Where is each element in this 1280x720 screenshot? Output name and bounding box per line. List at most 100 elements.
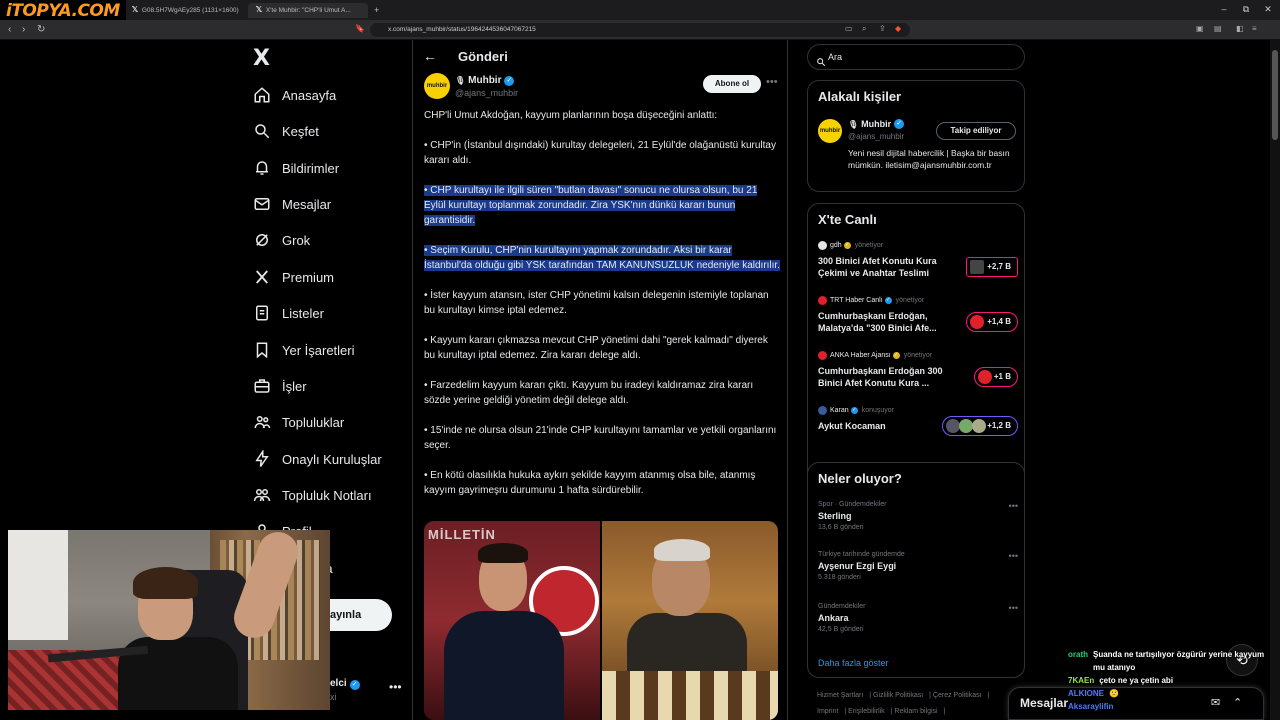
host-avatar (818, 351, 827, 360)
live-title: Cumhurbaşkanı Erdoğan 300 Binici Afet Ko… (818, 366, 943, 388)
footer-link[interactable]: Gizlilik Politikası (873, 692, 923, 699)
related-handle: @ajans_muhbir (848, 132, 905, 141)
sidebar-toggle-icon[interactable]: ◧ (1236, 24, 1244, 33)
microphone-icon: 🎙 (848, 119, 859, 129)
bell-icon (252, 158, 272, 178)
trends-title: Neler oluyor? (818, 471, 902, 486)
image-banner-text: MİLLETİN (428, 527, 496, 542)
browser-tab-active[interactable]: 𝕏 X'te Muhbir: "CHP'li Umut A... (248, 3, 368, 18)
reload-icon[interactable]: ↻ (37, 24, 45, 35)
nav-jobs[interactable]: İşler (252, 371, 307, 401)
account-name[interactable]: elci ✓ (330, 678, 360, 690)
related-name[interactable]: 🎙 Muhbir ✓ (848, 119, 905, 129)
extensions-icon[interactable]: ▣ (1196, 24, 1204, 33)
live-listener-badge[interactable]: +1,4 B (966, 312, 1018, 332)
browser-tab-bar: iTOPYA.COM 𝕏 G08.5H7WgAEy285 (1131×1600)… (0, 0, 1280, 22)
chat-message: ALKIONE 🙁 (1068, 689, 1119, 698)
page-scrollbar-thumb[interactable] (1272, 50, 1278, 140)
nav-messages[interactable]: Mesajlar (252, 189, 331, 219)
live-title: 300 Binici Afet Konutu Kura Çekimi ve An… (818, 256, 937, 278)
nav-explore[interactable]: Keşfet (252, 116, 319, 146)
post-paragraph: • CHP'in (İstanbul dışındaki) kurultay d… (424, 140, 776, 166)
author-name[interactable]: 🎙 Muhbir ✓ (455, 75, 515, 86)
chat-message: Aksaraylifin (1068, 702, 1114, 711)
new-tab-button[interactable]: + (374, 3, 384, 18)
show-more-link[interactable]: Daha fazla göster (818, 658, 889, 668)
post-column: ← Gönderi muhbir 🎙 Muhbir ✓ @ajans_muhbi… (412, 40, 788, 720)
live-item[interactable]: ANKA Haber Ajansı ✓ yönetiyor Cumhurbaşk… (818, 351, 1018, 389)
post-more-icon[interactable]: ••• (766, 76, 778, 88)
host-avatar (818, 241, 827, 250)
menu-icon[interactable]: ≡ (1252, 24, 1257, 33)
cast-icon[interactable]: ▭ (845, 24, 853, 33)
live-item[interactable]: Karan ✓ konuşuyor Aykut Kocaman +1,2 B (818, 406, 1018, 436)
forward-nav-icon[interactable]: › (22, 24, 25, 35)
close-window-icon[interactable]: ✕ (1262, 4, 1274, 15)
footer-link[interactable]: Erişilebilirlik (848, 708, 885, 715)
grok-icon (252, 230, 272, 250)
x-page: X Anasayfa Keşfet Bildirimler Mesajlar G… (0, 40, 1280, 720)
verified-badge-icon: ✓ (850, 407, 858, 414)
following-button[interactable]: Takip ediliyor (936, 122, 1016, 140)
live-panel-title: X'te Canlı (818, 212, 877, 227)
nav-verified-orgs[interactable]: Onaylı Kuruluşlar (252, 444, 382, 474)
restore-icon[interactable]: ⧉ (1240, 4, 1252, 15)
search-icon (252, 121, 272, 141)
trend-more-icon[interactable]: ••• (1009, 551, 1018, 561)
nav-community-notes[interactable]: Topluluk Notları (252, 480, 372, 510)
share-icon[interactable]: ⇪ (879, 24, 886, 33)
search-input[interactable]: Ara (807, 44, 1025, 70)
related-avatar[interactable]: muhbir (818, 119, 842, 143)
zoom-icon[interactable]: ⌕ (862, 24, 866, 34)
brave-shield-icon[interactable]: ◆ (895, 24, 901, 33)
trend-item[interactable]: Türkiye tarihinde gündemde Ayşenur Ezgi … (818, 551, 1018, 581)
wallet-icon[interactable]: ▤ (1214, 24, 1222, 33)
live-item[interactable]: TRT Haber Canlı ✓ yönetiyor Cumhurbaşkan… (818, 296, 1018, 334)
account-more-icon[interactable]: ••• (389, 680, 402, 694)
nav-lists[interactable]: Listeler (252, 298, 324, 328)
nav-bookmarks[interactable]: Yer İşaretleri (252, 335, 355, 365)
footer-link[interactable]: Imprint (817, 708, 838, 715)
footer-link[interactable]: Reklam bilgisi (894, 708, 937, 715)
trend-item[interactable]: Spor · Gündemdekiler Sterling 13,6 B gön… (818, 501, 1018, 531)
footer-link[interactable]: Çerez Politikası (933, 692, 982, 699)
post-paragraph: • 15'inde ne olursa olsun 21'inde CHP ku… (424, 425, 777, 451)
back-nav-icon[interactable]: ‹ (8, 24, 11, 35)
x-favicon-icon: 𝕏 (255, 5, 263, 14)
trend-more-icon[interactable]: ••• (1009, 603, 1018, 613)
minimize-icon[interactable]: – (1218, 4, 1230, 14)
briefcase-icon (252, 376, 272, 396)
nav-notifications[interactable]: Bildirimler (252, 153, 339, 183)
streamer-webcam (8, 530, 330, 710)
mail-icon (252, 194, 272, 214)
footer-links: Hizmet Şartları | Gizlilik Politikası | … (817, 692, 990, 715)
verified-badge-icon: ✓ (504, 75, 515, 86)
browser-tab-image[interactable]: 𝕏 G08.5H7WgAEy285 (1131×1600) (130, 3, 240, 18)
bookmark-page-icon[interactable]: 🔖 (355, 24, 365, 33)
author-handle[interactable]: @ajans_muhbir (455, 88, 518, 98)
browser-address-bar: ‹ › ↻ 🔖 x.com/ajans_muhbir/status/196424… (0, 20, 1280, 40)
related-bio: Yeni nesil dijital habercilik | Başka bi… (848, 148, 1010, 170)
footer-link[interactable]: Hizmet Şartları (817, 692, 863, 699)
verified-gold-icon: ✓ (892, 352, 900, 359)
live-listener-badge[interactable]: +1,2 B (942, 416, 1018, 436)
author-avatar[interactable]: muhbir (424, 73, 450, 99)
trend-item[interactable]: Gündemdekiler Ankara 42,5 B gönderi ••• (818, 603, 1018, 633)
nav-communities[interactable]: Topluluklar (252, 407, 344, 437)
nav-home[interactable]: Anasayfa (252, 80, 336, 110)
nav-premium[interactable]: Premium (252, 262, 334, 292)
webcam-window (8, 530, 68, 640)
trend-more-icon[interactable]: ••• (1009, 501, 1018, 511)
subscribe-button[interactable]: Abone ol (703, 75, 761, 93)
live-listener-badge[interactable]: +1 B (974, 367, 1018, 387)
post-image[interactable]: MİLLETİN (424, 521, 778, 720)
page-scrollbar[interactable] (1270, 40, 1280, 720)
url-input[interactable]: x.com/ajans_muhbir/status/19642445360470… (370, 23, 910, 37)
x-logo-icon[interactable]: X (253, 46, 270, 71)
nav-grok[interactable]: Grok (252, 225, 310, 255)
live-listener-badge[interactable]: +2,7 B (966, 257, 1018, 277)
bookmark-icon (252, 340, 272, 360)
live-item[interactable]: gdh ✓ yönetiyor 300 Binici Afet Konutu K… (818, 241, 1018, 279)
back-arrow-icon[interactable]: ← (423, 48, 437, 64)
host-avatar (818, 406, 827, 415)
